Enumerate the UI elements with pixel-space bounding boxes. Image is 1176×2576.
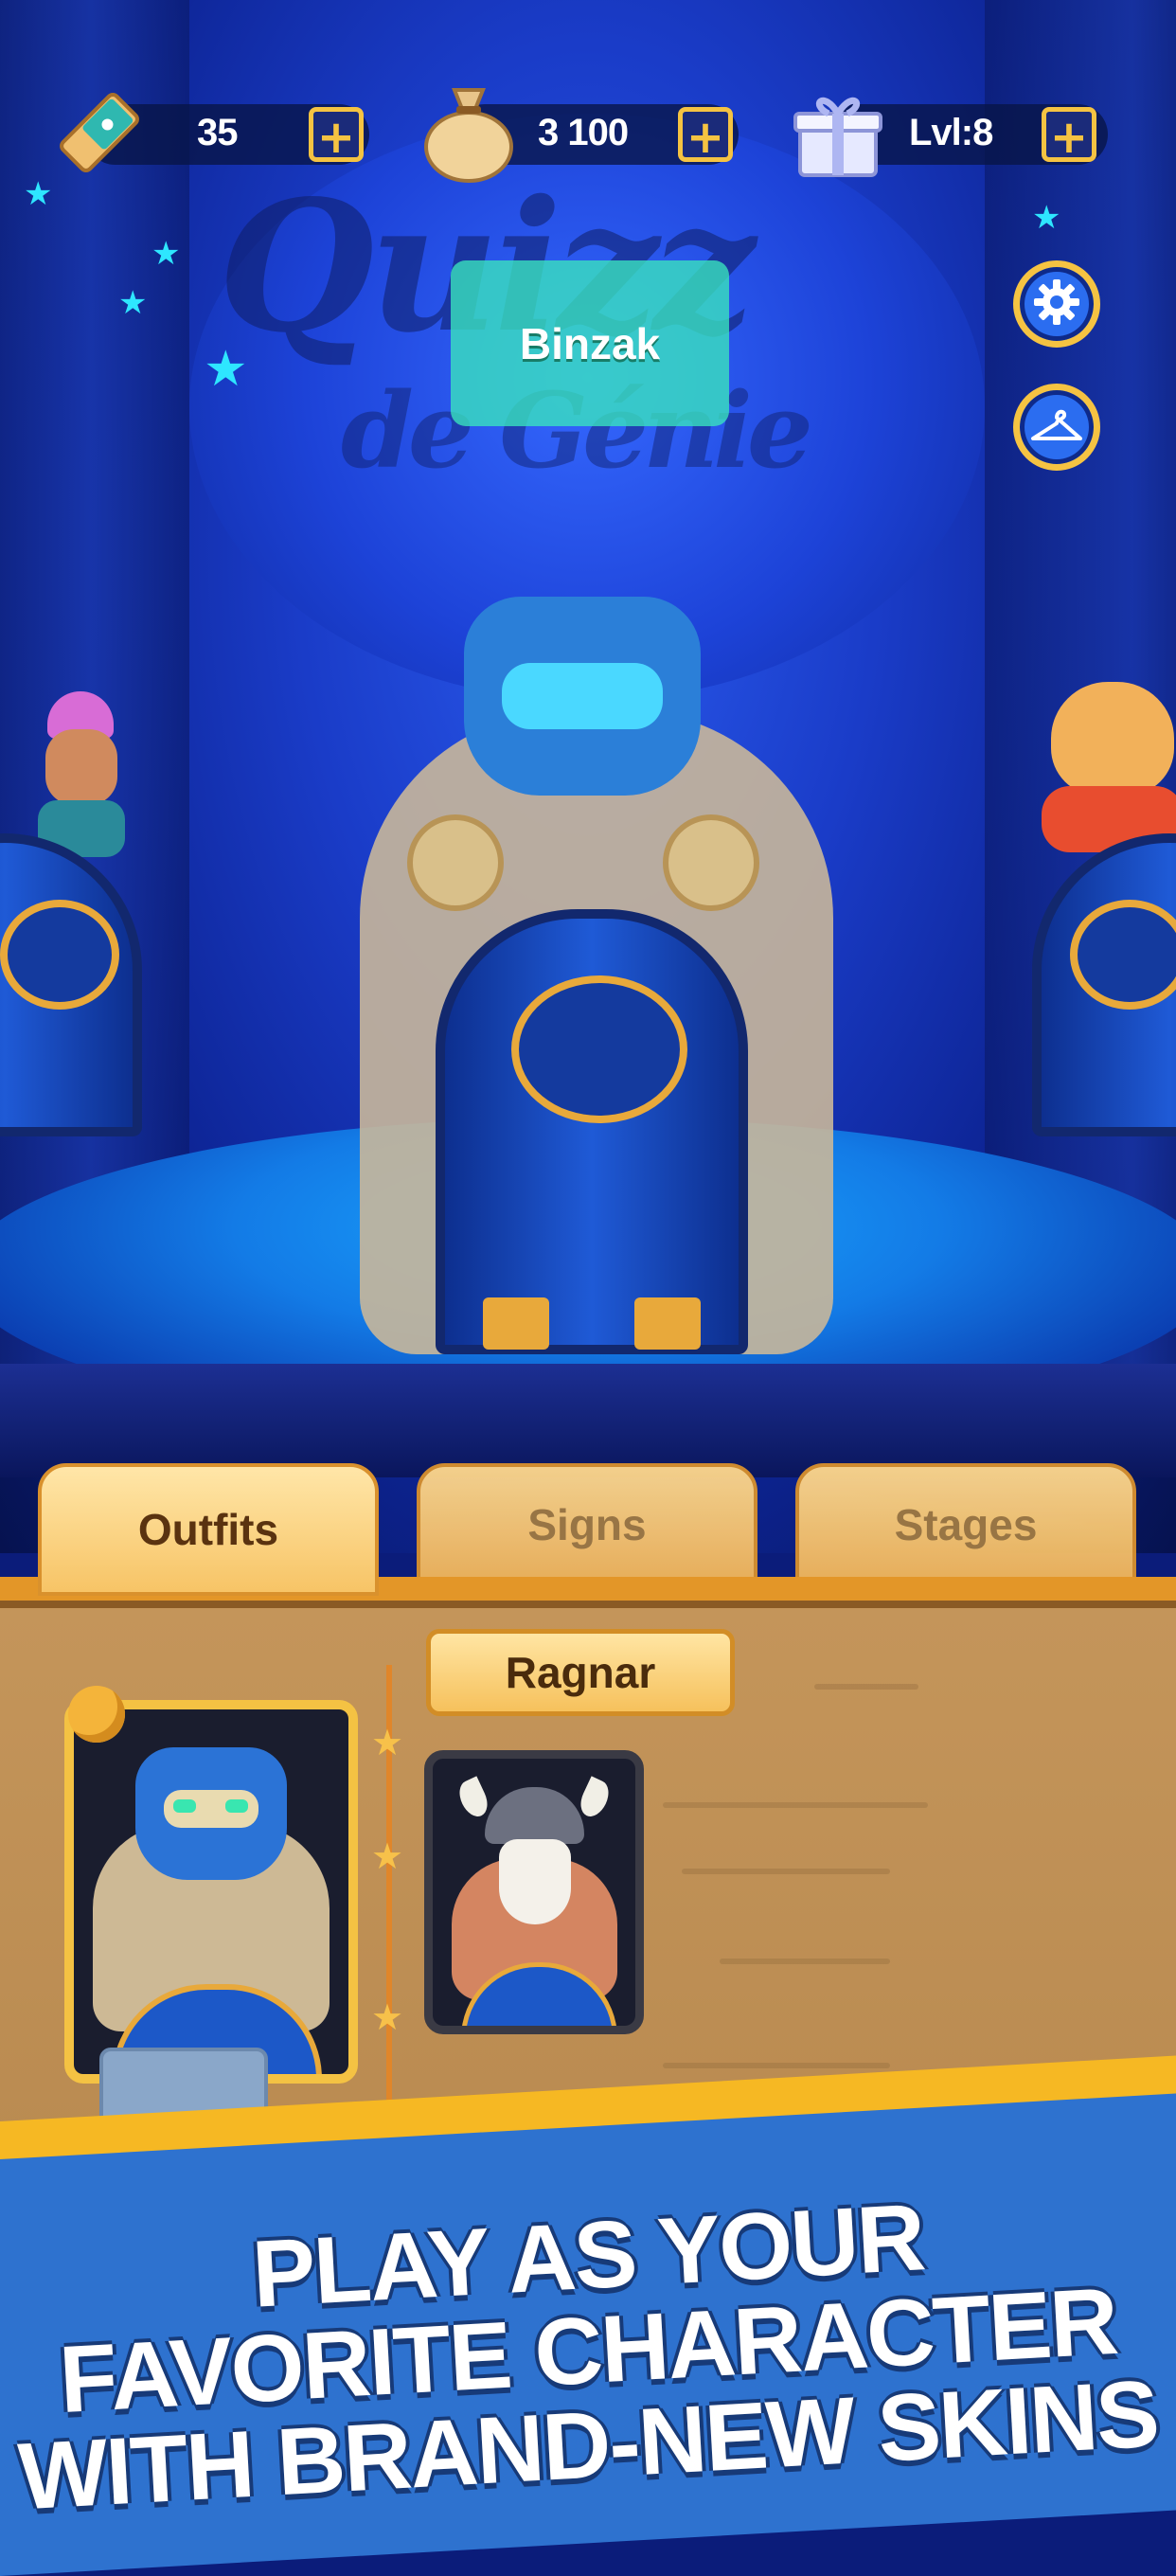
outfit-card-selected[interactable] <box>64 1700 358 2084</box>
outfit-card-viking[interactable] <box>424 1750 644 2034</box>
tickets-counter: 35 + <box>47 93 369 172</box>
add-coins-button[interactable]: + <box>678 107 733 163</box>
star-icon: ★ <box>371 1835 404 1877</box>
level-value: Lvl:8 <box>909 112 993 153</box>
level-rewards-button[interactable]: + <box>1042 107 1096 163</box>
level-counter: Lvl:8 + <box>786 97 1108 177</box>
tab-stages[interactable]: Stages <box>795 1463 1136 1586</box>
gift-box-icon <box>786 80 890 185</box>
tickets-value: 35 <box>197 112 238 153</box>
star-icon: ★ <box>204 341 248 398</box>
stage-rim <box>0 1364 1176 1477</box>
customization-tabs: Outfits Signs Stages <box>0 1463 1176 1596</box>
star-icon: ★ <box>118 284 148 322</box>
tab-signs[interactable]: Signs <box>417 1463 757 1586</box>
hanger-icon <box>1029 404 1084 450</box>
ticket-icon <box>47 80 151 185</box>
gear-icon <box>1032 277 1081 331</box>
star-icon: ★ <box>371 1722 404 1763</box>
star-icon: ★ <box>371 1996 404 2038</box>
coins-counter: 3 100 + <box>417 88 739 183</box>
star-icon: ★ <box>151 235 181 273</box>
settings-button[interactable] <box>1013 260 1100 348</box>
side-character-left <box>28 691 133 857</box>
pin-icon <box>68 1686 125 1743</box>
player-name-tag: Binzak <box>451 260 729 426</box>
add-tickets-button[interactable]: + <box>309 107 364 163</box>
tab-outfits[interactable]: Outfits <box>38 1463 379 1596</box>
wardrobe-button[interactable] <box>1013 384 1100 471</box>
star-icon: ★ <box>1032 199 1061 237</box>
game-scene: Quizz de Génie ★ ★ ★ ★ ★ Binzak <box>0 0 1176 1553</box>
coins-value: 3 100 <box>538 112 629 153</box>
podium-center <box>436 909 748 1354</box>
money-bag-icon <box>417 76 521 185</box>
character-name-label: Ragnar <box>426 1629 735 1716</box>
side-character-right <box>1042 682 1176 852</box>
